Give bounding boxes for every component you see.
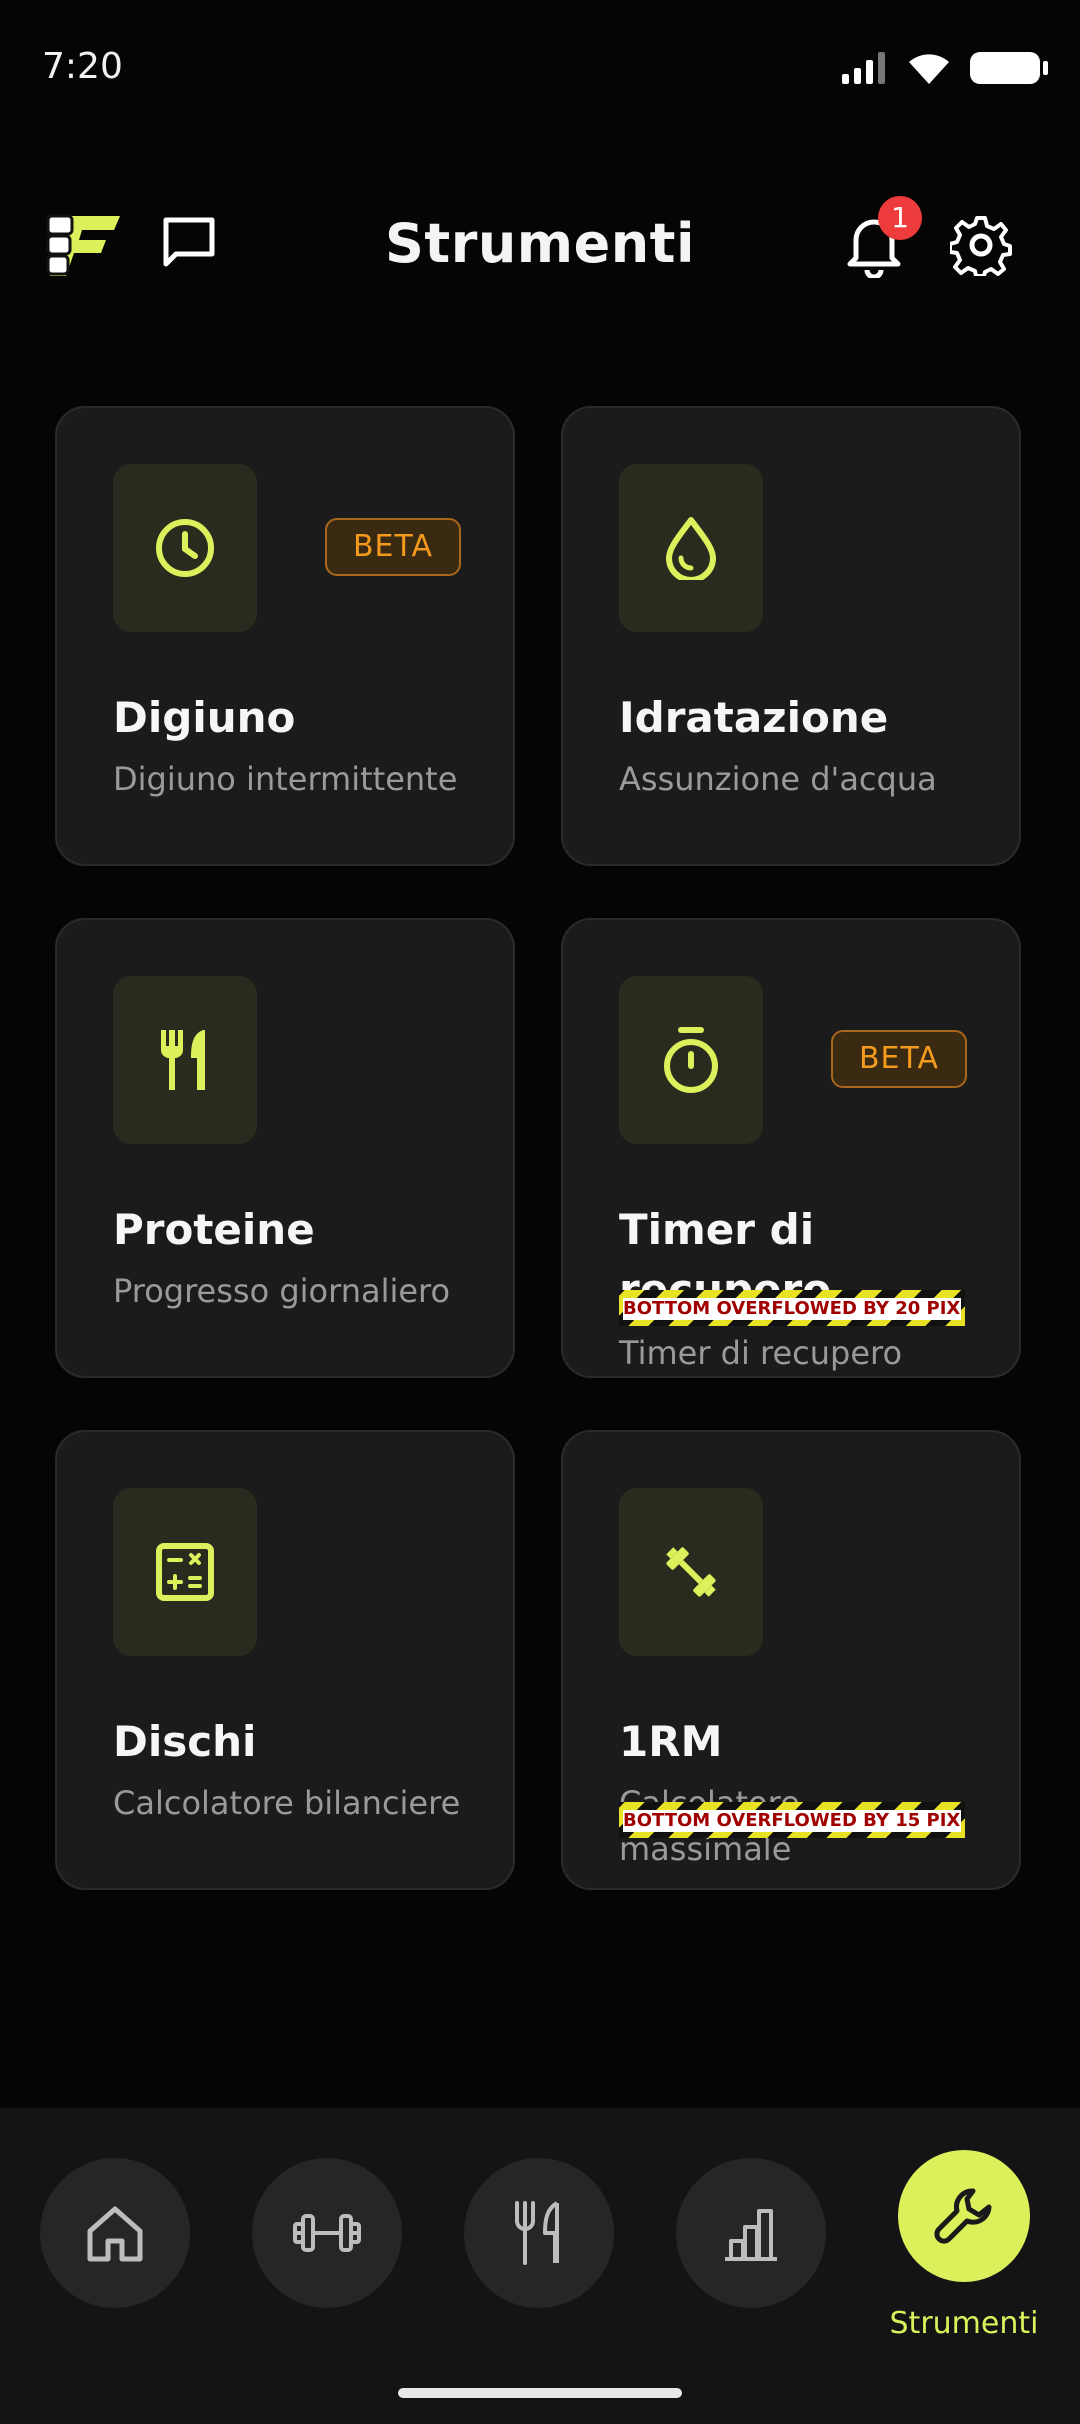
icon-box [619,976,763,1144]
tool-card-idratazione[interactable]: Idratazione Assunzione d'acqua [561,406,1021,866]
battery-icon [970,52,1048,84]
stopwatch-icon [664,1027,718,1093]
home-icon [87,2206,143,2262]
card-title: Idratazione [619,693,889,742]
beta-badge: BETA [325,518,461,576]
dumbbell-icon [666,1547,716,1597]
overflow-warning-text: BOTTOM OVERFLOWED BY 15 PIXELS [623,1810,961,1832]
dumbbell-icon [293,2214,361,2252]
fork-knife-icon [161,1030,205,1090]
bottom-nav: Strumenti [0,2108,1080,2424]
overflow-warning-text: BOTTOM OVERFLOWED BY 20 PIXELS [623,1298,961,1320]
status-time: 7:20 [42,46,123,87]
bar-chart-icon [725,2209,777,2261]
overflow-warning: BOTTOM OVERFLOWED BY 20 PIXELS [619,1290,965,1326]
fork-knife-icon [515,2201,559,2265]
card-subtitle: Calcolatore bilanciere [113,1784,461,1822]
card-subtitle: Progresso giornaliero [113,1272,451,1310]
nav-workout-button[interactable] [252,2158,402,2308]
wrench-icon [934,2188,992,2244]
top-bar: Strumenti 1 [0,190,1080,300]
home-indicator[interactable] [398,2388,682,2398]
icon-box [113,1488,257,1656]
tool-card-dischi[interactable]: Dischi Calcolatore bilanciere [55,1430,515,1890]
notification-badge: 1 [878,196,922,240]
overflow-warning: BOTTOM OVERFLOWED BY 15 PIXELS [619,1802,965,1838]
card-title: Dischi [113,1717,257,1766]
card-title: Digiuno [113,693,296,742]
tool-card-digiuno[interactable]: BETA Digiuno Digiuno intermittente [55,406,515,866]
tool-card-proteine[interactable]: Proteine Progresso giornaliero [55,918,515,1378]
icon-box [619,1488,763,1656]
card-title: Proteine [113,1205,315,1254]
calculator-icon [156,1543,214,1601]
nav-tools-button[interactable] [898,2150,1030,2282]
gear-icon[interactable] [950,214,1012,276]
icon-box [113,464,257,632]
card-title: 1RM [619,1717,723,1766]
tool-card-1rm[interactable]: 1RM Calcolatore massimale BOTTOM OVERFLO… [561,1430,1021,1890]
card-subtitle: Digiuno intermittente [113,760,458,798]
nav-nutrition-button[interactable] [464,2158,614,2308]
beta-badge: BETA [831,1030,967,1088]
card-subtitle: Assunzione d'acqua [619,760,937,798]
tool-card-timer-recupero[interactable]: BETA Timer di recupero BOTTOM OVERFLOWED… [561,918,1021,1378]
clock-icon [156,519,214,577]
icon-box [619,464,763,632]
nav-home-button[interactable] [40,2158,190,2308]
status-icons [840,50,1048,86]
nav-stats-button[interactable] [676,2158,826,2308]
card-subtitle: Timer di recupero [619,1334,903,1372]
water-drop-icon [666,517,716,580]
status-bar: 7:20 [0,0,1080,140]
wifi-icon [909,54,949,84]
icon-box [113,976,257,1144]
signal-icon [842,52,885,84]
nav-tools-label: Strumenti [889,2306,1039,2341]
